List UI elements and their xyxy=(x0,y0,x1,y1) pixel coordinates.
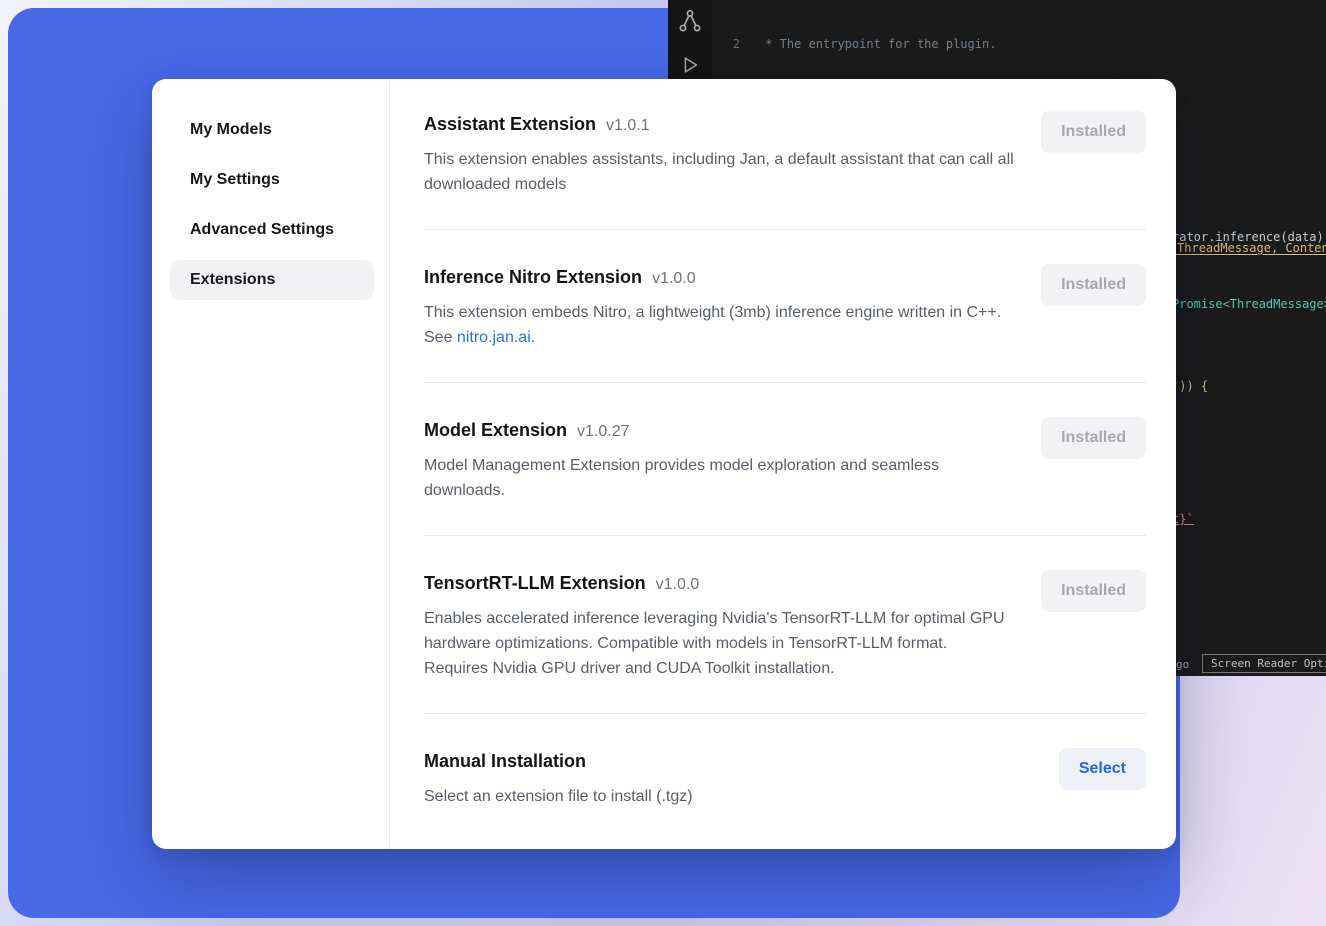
line-number: 2 xyxy=(712,36,740,53)
extension-description: This extension enables assistants, inclu… xyxy=(424,147,1014,197)
settings-modal: My Models My Settings Advanced Settings … xyxy=(152,79,1176,849)
extensions-panel: Assistant Extension v1.0.1 This extensio… xyxy=(390,79,1176,849)
share-graph-icon xyxy=(677,8,703,34)
extension-title-line: TensortRT-LLM Extension v1.0.0 xyxy=(424,570,1014,596)
divider xyxy=(424,229,1146,230)
extension-row-model: Model Extension v1.0.27 Model Management… xyxy=(424,417,1146,503)
sidebar-item-extensions[interactable]: Extensions xyxy=(170,260,374,300)
extension-row-nitro: Inference Nitro Extension v1.0.0 This ex… xyxy=(424,264,1146,350)
extension-description: This extension embeds Nitro, a lightweig… xyxy=(424,300,1014,350)
extension-title-line: Manual Installation xyxy=(424,748,693,774)
statusbar-text: go xyxy=(1176,658,1189,671)
extension-row-tensorrt: TensortRT-LLM Extension v1.0.0 Enables a… xyxy=(424,570,1146,681)
extension-version: v1.0.0 xyxy=(656,576,700,594)
extension-name: Assistant Extension xyxy=(424,111,596,137)
extension-description-text: This extension enables assistants, inclu… xyxy=(424,151,1014,193)
extension-info: Manual Installation Select an extension … xyxy=(424,748,693,809)
sidebar-item-advanced-settings[interactable]: Advanced Settings xyxy=(170,210,374,250)
extension-version: v1.0.27 xyxy=(577,423,629,441)
code-fragment: Promise<ThreadMessage> xyxy=(1172,297,1326,311)
divider xyxy=(424,713,1146,714)
installed-button[interactable]: Installed xyxy=(1041,570,1146,612)
extension-description-text: Model Management Extension provides mode… xyxy=(424,457,939,499)
extension-description: Enables accelerated inference leveraging… xyxy=(424,606,1014,681)
page-background: 2 * The entrypoint for the plugin. 3 */ … xyxy=(0,0,1326,926)
manual-description-text: Select an extension file to install (.tg… xyxy=(424,788,693,805)
run-icon xyxy=(679,54,701,76)
extension-info: TensortRT-LLM Extension v1.0.0 Enables a… xyxy=(424,570,1014,681)
extension-title-line: Inference Nitro Extension v1.0.0 xyxy=(424,264,1014,290)
installed-button[interactable]: Installed xyxy=(1041,264,1146,306)
manual-installation-description: Select an extension file to install (.tg… xyxy=(424,784,693,809)
manual-installation-row: Manual Installation Select an extension … xyxy=(424,748,1146,809)
installed-button[interactable]: Installed xyxy=(1041,417,1146,459)
extension-description-text: Enables accelerated inference leveraging… xyxy=(424,610,1005,677)
manual-installation-title: Manual Installation xyxy=(424,748,586,774)
code-text: * The entrypoint for the plugin. xyxy=(758,36,996,53)
installed-button[interactable]: Installed xyxy=(1041,111,1146,153)
code-line: 2 * The entrypoint for the plugin. xyxy=(712,36,1326,53)
code-fragment: rator.inference(data)); xyxy=(1172,230,1326,244)
extension-name: Model Extension xyxy=(424,417,567,443)
sidebar-item-my-settings[interactable]: My Settings xyxy=(170,160,374,200)
extension-name: TensortRT-LLM Extension xyxy=(424,570,646,596)
extension-title-line: Model Extension v1.0.27 xyxy=(424,417,1014,443)
nitro-jan-ai-link[interactable]: nitro.jan.ai. xyxy=(457,329,535,346)
code-fragment: ')) { xyxy=(1172,379,1208,393)
divider xyxy=(424,382,1146,383)
extension-info: Model Extension v1.0.27 Model Management… xyxy=(424,417,1014,503)
divider xyxy=(424,535,1146,536)
extension-row-assistant: Assistant Extension v1.0.1 This extensio… xyxy=(424,111,1146,197)
extension-name: Inference Nitro Extension xyxy=(424,264,642,290)
extension-description: Model Management Extension provides mode… xyxy=(424,453,1014,503)
sidebar-item-my-models[interactable]: My Models xyxy=(170,110,374,150)
extension-title-line: Assistant Extension v1.0.1 xyxy=(424,111,1014,137)
settings-sidebar: My Models My Settings Advanced Settings … xyxy=(152,79,390,849)
extension-version: v1.0.1 xyxy=(606,117,650,135)
screen-reader-badge: Screen Reader Optimized xyxy=(1202,654,1326,673)
select-file-button[interactable]: Select xyxy=(1059,748,1146,790)
extension-info: Inference Nitro Extension v1.0.0 This ex… xyxy=(424,264,1014,350)
extension-info: Assistant Extension v1.0.1 This extensio… xyxy=(424,111,1014,197)
extension-version: v1.0.0 xyxy=(652,270,696,288)
